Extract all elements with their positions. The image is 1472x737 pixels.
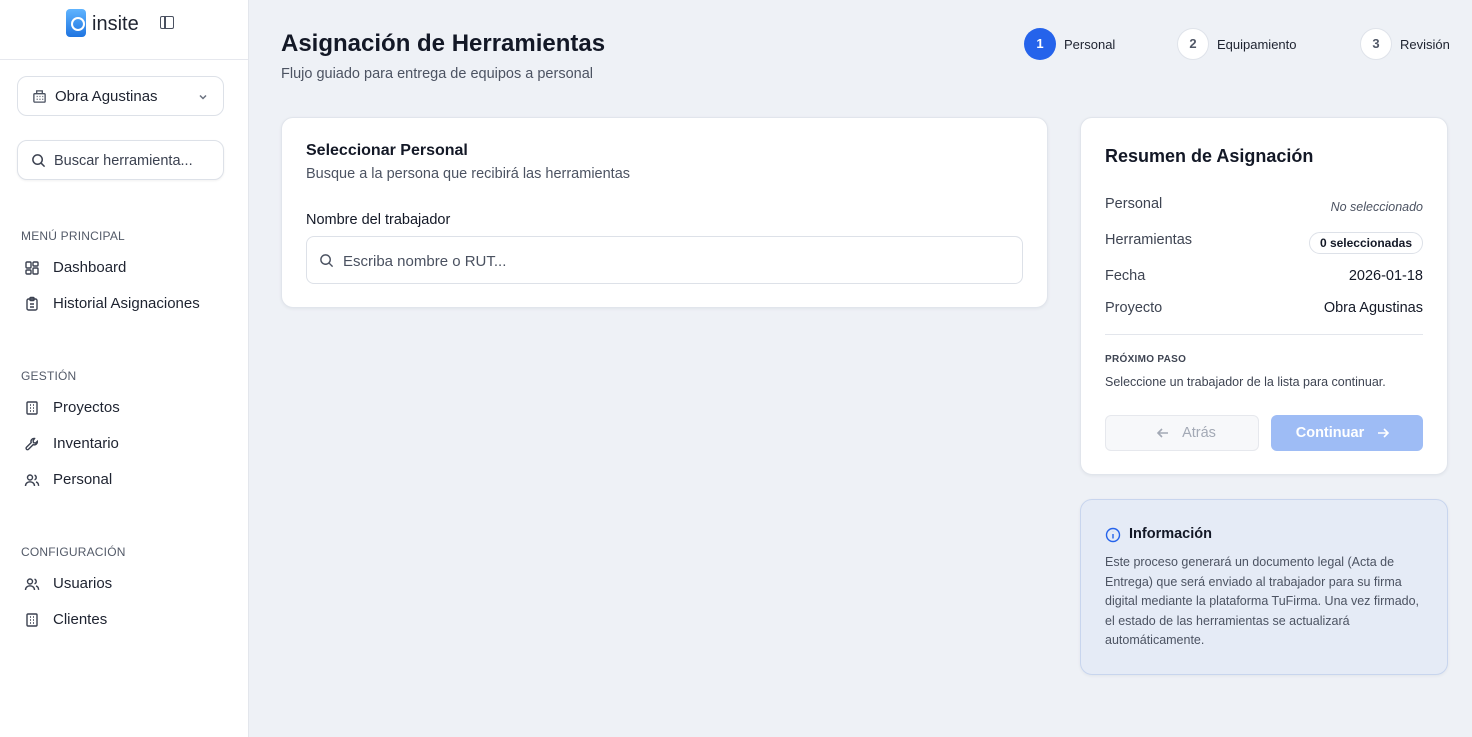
sidebar-item-label: Historial Asignaciones [53,295,200,312]
arrow-left-icon [1156,428,1169,438]
section-title-main-menu: MENÚ PRINCIPAL [21,229,125,243]
worker-search-input[interactable] [343,249,1003,273]
info-body: Este proceso generará un documento legal… [1105,555,1420,647]
brand-header: insite [0,0,248,60]
information-card: Información Este proceso generará un doc… [1080,499,1448,675]
sidebar-item-inventory[interactable]: Inventario [13,428,235,460]
step-label: Revisión [1400,37,1450,52]
card-title: Seleccionar Personal [306,142,468,159]
arrow-right-icon [1378,428,1390,438]
section-title-configuration: CONFIGURACIÓN [21,545,126,559]
worker-name-label: Nombre del trabajador [306,212,451,228]
continue-button[interactable]: Continuar [1271,415,1423,451]
summary-value-project: Obra Agustinas [1323,300,1423,316]
summary-key-date: Fecha [1105,268,1146,284]
chevron-down-icon [199,94,207,100]
search-icon [320,254,334,268]
page-subtitle: Flujo guiado para entrega de equipos a p… [281,66,593,82]
users-icon [24,474,40,487]
sidebar-item-clients[interactable]: Clientes [13,604,235,636]
sidebar-item-projects[interactable]: Proyectos [13,392,235,424]
building-icon [26,613,38,627]
continue-button-label: Continuar [1295,425,1365,442]
step-number: 2 [1177,28,1209,60]
back-button-label: Atrás [1182,425,1216,442]
next-step-text: Seleccione un trabajador de la lista par… [1105,375,1386,389]
sidebar-item-label: Clientes [53,611,108,628]
sidebar-item-label: Dashboard [53,259,127,276]
step-number: 1 [1024,28,1056,60]
search-icon [32,154,46,168]
users-icon [24,578,40,591]
info-icon [1105,527,1121,543]
insite-logo-icon[interactable] [66,9,86,37]
assignment-summary-card: Resumen de Asignación Personal No selecc… [1080,117,1448,475]
card-subtitle: Busque a la persona que recibirá las her… [306,166,631,182]
info-title: Información [1129,526,1212,542]
worker-search-field [306,236,1023,284]
summary-title: Resumen de Asignación [1105,146,1314,166]
dashboard-icon [25,261,39,275]
sidebar-item-label: Personal [53,471,113,488]
sidebar-item-personnel[interactable]: Personal [13,464,235,496]
clipboard-icon [26,296,38,311]
tools-count-badge: 0 seleccionadas [1308,232,1423,254]
summary-key-personal: Personal [1105,196,1163,212]
wrench-icon [25,437,39,451]
select-personnel-card: Seleccionar Personal Busque a la persona… [281,117,1048,308]
summary-divider [1105,334,1423,335]
step-number: 3 [1360,28,1392,60]
sidebar: insite Obra Agustinas MENÚ PRINCIPAL Das… [0,0,249,737]
sidebar-item-label: Inventario [53,435,119,452]
project-selector[interactable]: Obra Agustinas [17,76,224,116]
project-selector-label: Obra Agustinas [55,88,158,105]
brand-name[interactable]: insite [92,13,139,36]
back-button[interactable]: Atrás [1105,415,1259,451]
sidebar-toggle-icon[interactable] [160,16,174,29]
sidebar-item-label: Usuarios [53,575,113,592]
building-icon [33,90,46,103]
summary-value-date: 2026-01-18 [1348,268,1423,284]
building-icon [26,401,38,415]
sidebar-search [17,140,224,180]
next-step-title: PRÓXIMO PASO [1105,354,1187,365]
step-label: Personal [1064,37,1116,52]
tool-search-input[interactable] [54,150,214,172]
summary-key-project: Proyecto [1105,300,1163,316]
summary-value-personal: No seleccionado [1330,200,1423,214]
sidebar-item-label: Proyectos [53,399,120,416]
page-title: Asignación de Herramientas [281,30,606,57]
step-label: Equipamiento [1217,37,1297,52]
sidebar-item-assignment-history[interactable]: Historial Asignaciones [13,288,235,320]
sidebar-item-users[interactable]: Usuarios [13,568,235,600]
section-title-management: GESTIÓN [21,369,77,383]
summary-key-tools: Herramientas [1105,232,1193,248]
sidebar-item-dashboard[interactable]: Dashboard [13,252,235,284]
